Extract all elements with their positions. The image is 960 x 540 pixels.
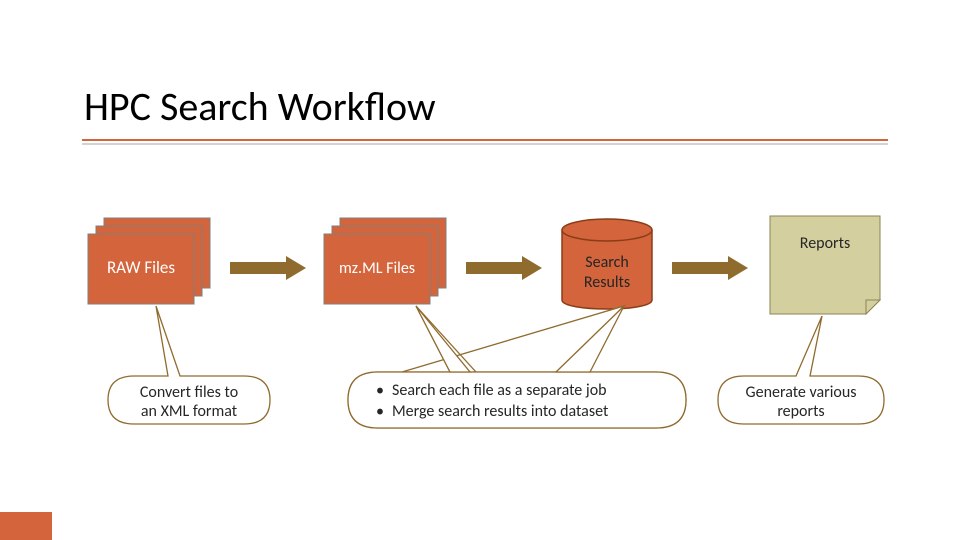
callout-generate-line2: reports: [777, 402, 824, 421]
search-results-label-1: Search: [585, 253, 629, 272]
arrow-raw-to-mzml: [230, 256, 306, 280]
footer-accent: [0, 512, 52, 540]
arrow-mzml-to-results: [466, 256, 542, 280]
search-results-label-2: Results: [584, 273, 630, 292]
callout-search-bullet1: Search each file as a separate job: [392, 381, 607, 400]
callout-search-bullet1-dot: •: [376, 381, 384, 400]
callout-convert: Convert files to an XML format: [108, 306, 270, 424]
reports-label: Reports: [800, 234, 850, 253]
callout-search-bullet2: Merge search results into dataset: [392, 402, 609, 421]
search-results-node: Search Results: [562, 219, 652, 309]
callout-search-bullet2-dot: •: [376, 402, 384, 421]
callout-generate-line1: Generate various: [746, 383, 857, 402]
slide-title: HPC Search Workflow: [84, 82, 436, 131]
slide-canvas: HPC Search Workflow RAW Files mz.ML File…: [0, 0, 960, 540]
mzml-files-node: mz.ML Files: [324, 218, 446, 304]
callout-search: • Search each file as a separate job • M…: [348, 306, 686, 428]
raw-files-label: RAW Files: [107, 257, 175, 278]
callout-convert-line2: an XML format: [141, 402, 238, 421]
arrow-results-to-reports: [672, 256, 748, 280]
raw-files-node: RAW Files: [88, 218, 210, 304]
callout-generate: Generate various reports: [718, 316, 884, 424]
callout-convert-line1: Convert files to: [140, 383, 238, 402]
reports-node: Reports: [770, 216, 880, 314]
mzml-files-label: mz.ML Files: [339, 259, 415, 278]
